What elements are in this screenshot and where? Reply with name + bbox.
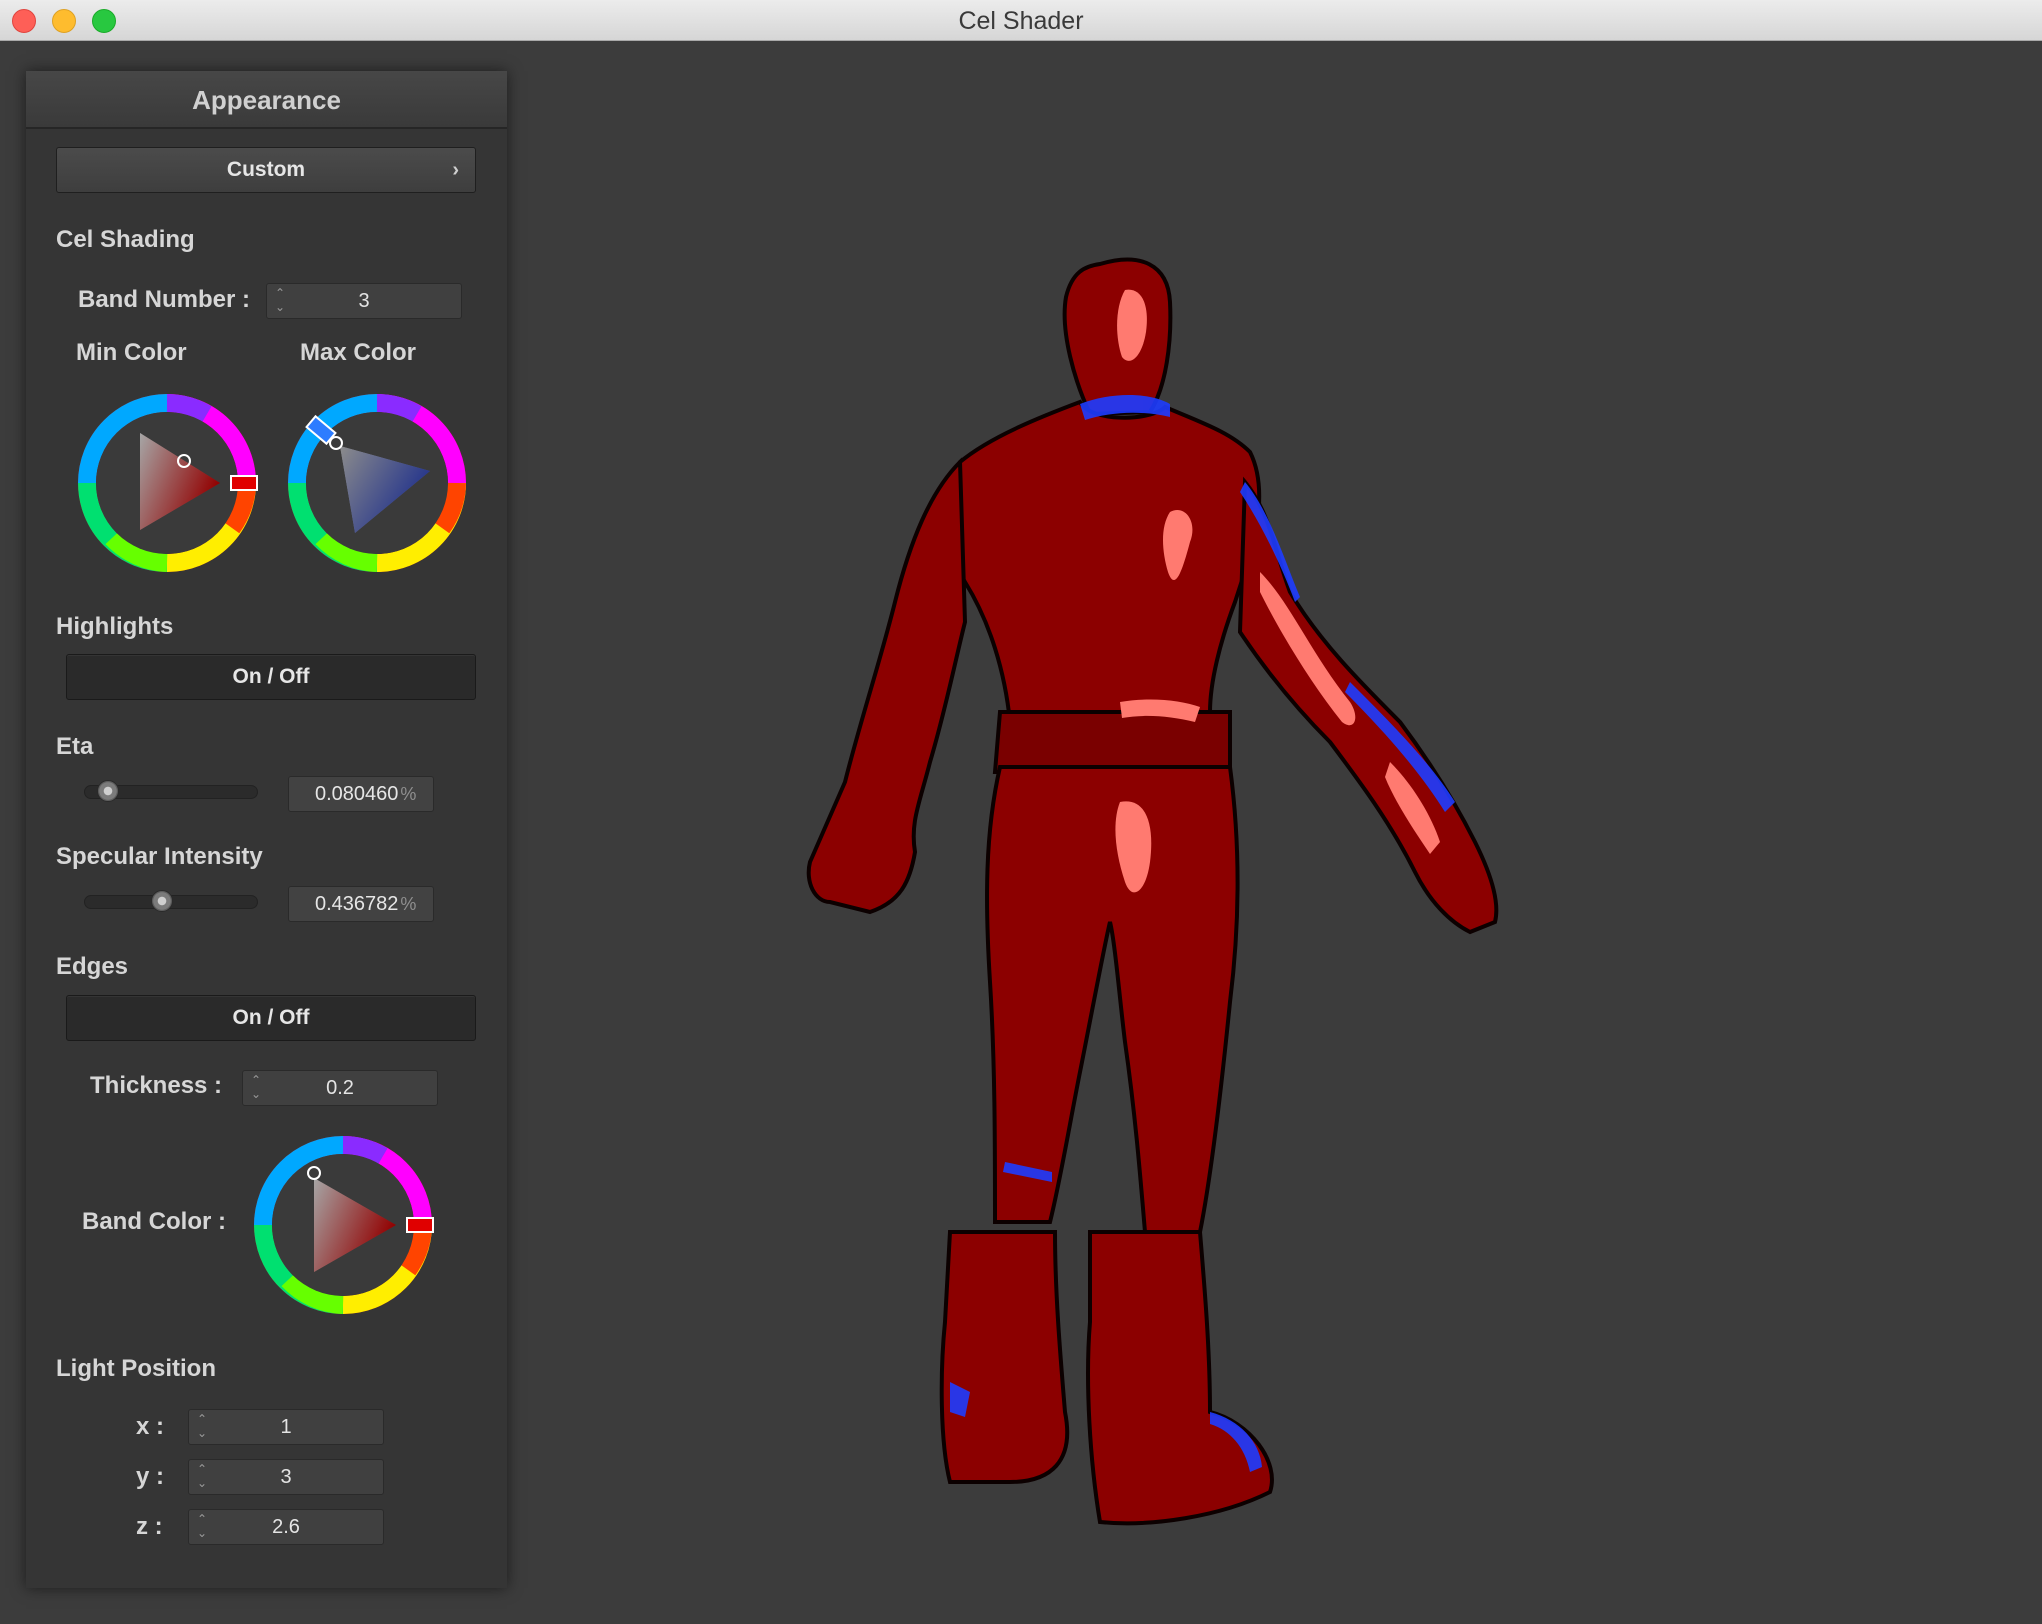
- light-x-label: x :: [136, 1413, 165, 1440]
- thickness-value: 0.2: [326, 1077, 354, 1099]
- specular-intensity-value: 0.436782: [315, 893, 399, 915]
- max-color-label: Max Color: [300, 339, 417, 366]
- max-color-wheel[interactable]: [282, 388, 472, 578]
- character-model: [806, 257, 1499, 1526]
- eta-label: Eta: [56, 733, 94, 760]
- eta-value-field[interactable]: 0.080460%: [288, 776, 434, 812]
- eta-slider-handle[interactable]: [97, 780, 119, 802]
- spin-arrows-icon[interactable]: ⌃ ⌄: [195, 1512, 209, 1542]
- panel-header[interactable]: Appearance: [26, 71, 507, 129]
- light-z-field[interactable]: ⌃ ⌄ 2.6: [188, 1509, 384, 1545]
- window-title: Cel Shader: [958, 7, 1084, 35]
- specular-intensity-label: Specular Intensity: [56, 843, 263, 870]
- chevron-right-icon: ›: [452, 159, 459, 181]
- edges-toggle-button[interactable]: On / Off: [66, 995, 476, 1041]
- light-x-value: 1: [280, 1416, 292, 1438]
- title-bar: Cel Shader: [0, 0, 2042, 41]
- band-color-label: Band Color :: [82, 1208, 226, 1235]
- spin-arrows-icon[interactable]: ⌃ ⌄: [195, 1412, 209, 1442]
- specular-intensity-slider[interactable]: [84, 890, 258, 912]
- band-number-label: Band Number :: [78, 286, 251, 313]
- spin-arrows-icon[interactable]: ⌃ ⌄: [249, 1073, 263, 1103]
- highlights-heading: Highlights: [56, 613, 174, 640]
- eta-value: 0.080460: [315, 783, 399, 805]
- preset-selector-button[interactable]: Custom ›: [56, 147, 476, 193]
- min-color-label: Min Color: [76, 339, 187, 366]
- light-z-value: 2.6: [272, 1516, 300, 1538]
- spin-arrows-icon[interactable]: ⌃ ⌄: [195, 1462, 209, 1492]
- preset-label: Custom: [226, 158, 306, 181]
- band-number-field[interactable]: ⌃ ⌄ 3: [266, 283, 462, 319]
- eta-unit: %: [400, 784, 417, 804]
- thickness-field[interactable]: ⌃ ⌄ 0.2: [242, 1070, 438, 1106]
- light-position-heading: Light Position: [56, 1355, 216, 1382]
- cel-shading-heading: Cel Shading: [56, 226, 195, 253]
- highlights-toggle-button[interactable]: On / Off: [66, 654, 476, 700]
- specular-intensity-slider-handle[interactable]: [151, 890, 173, 912]
- band-color-wheel[interactable]: [248, 1130, 438, 1320]
- light-y-field[interactable]: ⌃ ⌄ 3: [188, 1459, 384, 1495]
- specular-intensity-value-field[interactable]: 0.436782%: [288, 886, 434, 922]
- eta-slider[interactable]: [84, 780, 258, 802]
- specular-intensity-unit: %: [400, 894, 417, 914]
- min-color-wheel[interactable]: [72, 388, 262, 578]
- light-z-label: z :: [136, 1513, 163, 1540]
- light-y-label: y :: [136, 1463, 165, 1490]
- thickness-label: Thickness :: [90, 1072, 223, 1099]
- light-y-value: 3: [280, 1466, 292, 1488]
- band-number-value: 3: [358, 290, 370, 312]
- light-x-field[interactable]: ⌃ ⌄ 1: [188, 1409, 384, 1445]
- spin-arrows-icon[interactable]: ⌃ ⌄: [273, 286, 287, 316]
- edges-heading: Edges: [56, 953, 129, 980]
- panel-title: Appearance: [192, 85, 341, 115]
